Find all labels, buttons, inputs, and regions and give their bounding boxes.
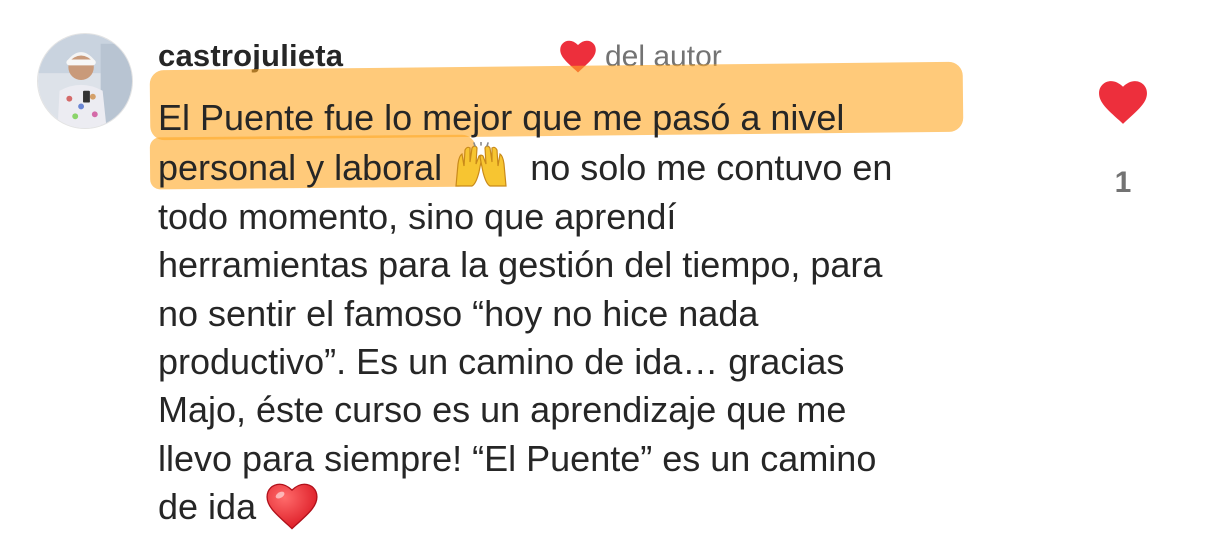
avatar[interactable]: [37, 33, 133, 129]
avatar-photo: [38, 34, 132, 128]
comment-line: productivo”. Es un camino de ida… gracia…: [158, 341, 845, 383]
comment-line: todo momento, sino que aprendí: [158, 195, 677, 237]
comment-line: llevo para siempre! “El Puente” es un ca…: [158, 437, 877, 479]
comment-text: El Puente fue lo mejor que me pasó a niv…: [158, 94, 1058, 532]
red-heart-emoji: [266, 483, 318, 530]
like-column: 1: [1093, 80, 1153, 200]
like-count[interactable]: 1: [1115, 166, 1132, 200]
comment-line: de ida: [158, 486, 257, 528]
comment: castrojulieta del autor El Puente fue lo…: [0, 0, 1206, 536]
comment-line: Majo, éste curso es un aprendizaje que m…: [158, 389, 847, 431]
comment-line: herramientas para la gestión del tiempo,…: [158, 244, 883, 286]
comment-line: no sentir el famoso “hoy no hice nada: [158, 292, 759, 334]
comment-line: personal y laboral: [158, 147, 443, 189]
comment-line: no solo me contuvo en: [530, 147, 893, 189]
raising-hands-emoji: [455, 142, 507, 188]
comment-line: El Puente fue lo mejor que me pasó a niv…: [158, 97, 845, 138]
like-button-heart-icon[interactable]: [1098, 80, 1148, 126]
